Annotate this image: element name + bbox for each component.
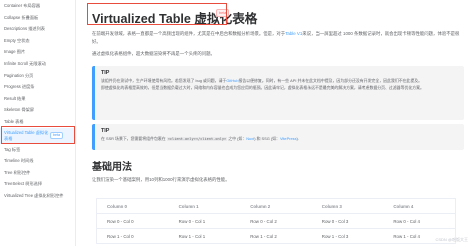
watermark: CSDN @吃饭大王 [435,237,468,242]
section-description: 让我们渲染一个基础案例，用10列和1000行来演示虚拟化表格的性能。 [92,177,230,182]
sidebar-item-tree[interactable]: Tree 树形控件 [0,167,75,179]
table-row[interactable]: Row 1 - Col 0 Row 1 - Col 1 Row 1 - Col … [97,229,455,244]
table-cell: Row 1 - Col 0 [107,234,134,239]
table-header-cell: Column 0 [107,204,128,209]
table-cell: Row 0 - Col 1 [178,219,206,224]
intro-paragraph: 在前端开发领域，表格一直都是一个高频出现的组件，尤其是在中后台和数据分析场景。但… [92,30,462,47]
github-link[interactable]: GitHub [226,78,238,83]
table-cell: Row 0 - Col 3 [321,219,349,224]
table-header-cell: Column 3 [321,204,342,209]
sidebar-nav: Container 布局容器 Collapse 折叠面板 Description… [0,0,76,246]
sidebar-item-infinite-scroll[interactable]: Infinite Scroll 无限滚动 [0,58,75,70]
intro-text-a: 在前端开发领域，表格一直都是一个高频出现的组件，尤其是在中后台和数据分析场景。但… [92,31,286,36]
sidebar-item-result[interactable]: Result 结果 [0,93,75,105]
table-header-row: Column 0 Column 1 Column 2 Column 3 Colu… [97,199,455,214]
nuxt-link[interactable]: Nuxt [246,136,254,141]
ssr-tip-text: 在 SSR 场景下，您需要将组件包裹在 <client-only></clien… [101,135,458,143]
main-content: Virtualized Table 虚拟化表格 beta 在前端开发领域，表格一… [80,0,470,246]
sidebar-item-container[interactable]: Container 布局容器 [0,0,75,12]
sidebar-item-progress[interactable]: Progress 进度条 [0,81,75,93]
sidebar-item-treeselect[interactable]: TreeSelect 树形选择 [0,178,75,190]
table-header-cell: Column 4 [393,204,414,209]
sidebar-item-tag[interactable]: Tag 标签 [0,144,75,156]
ssr-tip-callout: TIP 在 SSR 场景下，您需要将组件包裹在 <client-only></c… [92,124,464,150]
table-header-cell: Column 2 [250,204,271,209]
table-row[interactable]: Row 0 - Col 0 Row 0 - Col 1 Row 0 - Col … [97,214,455,229]
sidebar-item-descriptions[interactable]: Descriptions 描述列表 [0,23,75,35]
table-cell: Row 1 - Col 1 [178,234,206,239]
table-cell: Row 1 - Col 3 [321,234,349,239]
ssr-text-d: ). [296,136,299,141]
sidebar-item-virtualized-tree[interactable]: Virtualized Tree 虚拟化树形控件 [0,190,75,202]
ssr-tip-title: TIP [101,128,110,134]
highlight-box-sidebar [1,126,75,144]
intro-paragraph-2: 通过虚拟化表格组件，超大数据渲染将不再是一个头疼的问题。 [92,51,215,56]
sidebar-item-skeleton[interactable]: Skeleton 骨架屏 [0,104,75,116]
tip-text: 该组件仍在测试中，生产环境使用有风险。若您发现了 bug 或问题，请于GitHu… [101,77,458,84]
table-cell: Row 0 - Col 2 [250,219,277,224]
table-header-cell: Column 1 [178,204,199,209]
client-only-code: <client-only></client-only> [166,137,228,141]
ssr-text-b: 之中 (如： [228,136,247,141]
tip-text-2: 即使虚拟化的表格是高效的，但是当数据负载过大时，网络和内存容量也会成为您应用的瓶… [101,85,424,91]
vitepress-link[interactable]: VitePress [280,136,297,141]
sidebar-item-collapse[interactable]: Collapse 折叠面板 [0,12,75,24]
table-cell: Row 1 - Col 2 [250,234,277,239]
sidebar-item-pagination[interactable]: Pagination 分页 [0,70,75,82]
tip-text-a: 该组件仍在测试中，生产环境使用有风险。若您发现了 bug 或问题，请于 [101,78,227,83]
tip-callout: TIP 该组件仍在测试中，生产环境使用有风险。若您发现了 bug 或问题，请于G… [92,66,464,120]
table-cell: Row 0 - Col 4 [393,219,420,224]
highlight-box-title [87,3,227,25]
ssr-text-c: ) 和 SSG (如： [254,136,280,141]
tip-title: TIP [101,70,110,76]
ssr-text-a: 在 SSR 场景下，您需要将组件包裹在 [101,136,166,141]
table-v1-link[interactable]: Table V1 [285,31,302,36]
sidebar-item-timeline[interactable]: Timeline 时间线 [0,155,75,167]
sidebar-item-image[interactable]: Image 图片 [0,46,75,58]
sidebar-item-empty[interactable]: Empty 空状态 [0,35,75,47]
tip-text-b: 报告以便修复。同时，有一些 API 并未在此文档中提及，因为部分还没有开发完全，… [238,78,422,83]
table-cell: Row 0 - Col 0 [107,219,134,224]
section-title-basic-usage: 基础用法 [92,162,132,173]
virtualized-table-demo: Column 0 Column 1 Column 2 Column 3 Colu… [96,198,456,244]
